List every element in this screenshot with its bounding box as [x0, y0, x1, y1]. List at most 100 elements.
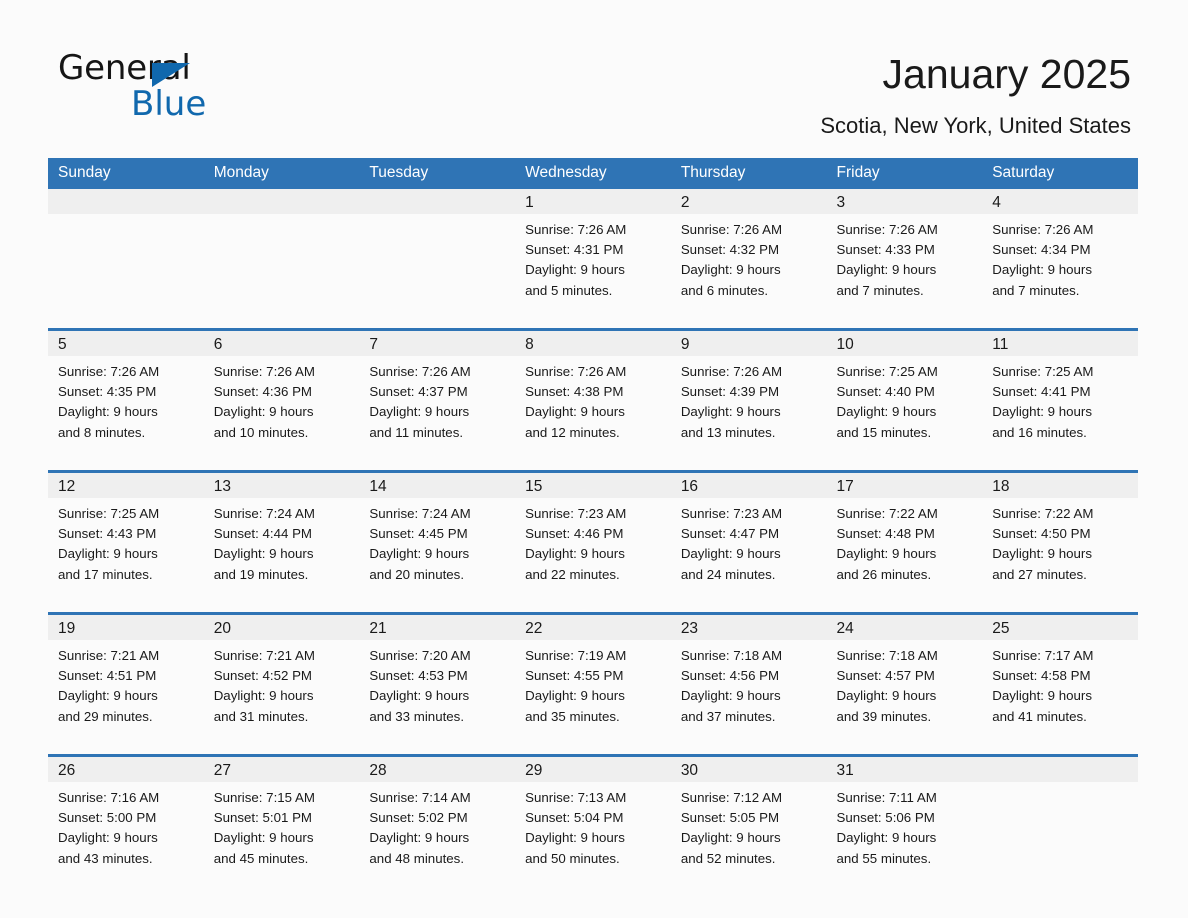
daylight-text-line2: and 48 minutes.: [369, 850, 465, 866]
daylight-text-line2: and 5 minutes.: [525, 282, 613, 298]
day-number: 26: [48, 757, 204, 782]
day-info: Sunrise: 7:12 AM Sunset: 5:05 PM Dayligh…: [671, 782, 827, 869]
sunset-text: Sunset: 5:01 PM: [213, 810, 313, 826]
daylight-text-line2: and 43 minutes.: [58, 850, 153, 866]
sunrise-text: Sunrise: 7:26 AM: [992, 222, 1094, 237]
day-cell[interactable]: 25 Sunrise: 7:17 AM Sunset: 4:58 PM Dayl…: [982, 612, 1138, 746]
day-cell[interactable]: 1 Sunrise: 7:26 AM Sunset: 4:31 PM Dayli…: [515, 189, 671, 320]
sunrise-text: Sunrise: 7:19 AM: [525, 648, 627, 663]
day-cell[interactable]: 3 Sunrise: 7:26 AM Sunset: 4:33 PM Dayli…: [826, 189, 983, 320]
day-info: Sunrise: 7:18 AM Sunset: 4:56 PM Dayligh…: [671, 640, 827, 727]
weekday-header-monday: Monday: [203, 158, 360, 189]
week-spacer: [48, 462, 1138, 472]
day-cell[interactable]: 27 Sunrise: 7:15 AM Sunset: 5:01 PM Dayl…: [203, 754, 360, 888]
day-cell[interactable]: 5 Sunrise: 7:26 AM Sunset: 4:35 PM Dayli…: [48, 328, 204, 462]
daylight-text-line1: Daylight: 9 hours: [525, 546, 625, 562]
sunrise-text: Sunrise: 7:12 AM: [680, 790, 783, 805]
day-cell[interactable]: 13 Sunrise: 7:24 AM Sunset: 4:44 PM Dayl…: [203, 470, 360, 604]
day-number: 14: [359, 473, 516, 498]
daylight-text-line2: and 26 minutes.: [836, 566, 932, 582]
day-info: Sunrise: 7:22 AM Sunset: 4:50 PM Dayligh…: [982, 498, 1138, 585]
day-info: Sunrise: 7:26 AM Sunset: 4:37 PM Dayligh…: [359, 356, 515, 443]
calendar-body: 1 Sunrise: 7:26 AM Sunset: 4:31 PM Dayli…: [48, 189, 1138, 888]
day-number: [203, 189, 360, 214]
day-cell[interactable]: 7 Sunrise: 7:26 AM Sunset: 4:37 PM Dayli…: [359, 328, 516, 462]
daylight-text-line2: and 13 minutes.: [680, 424, 776, 440]
sunset-text: Sunset: 4:45 PM: [369, 526, 468, 542]
day-cell[interactable]: 17 Sunrise: 7:22 AM Sunset: 4:48 PM Dayl…: [826, 470, 983, 604]
sunrise-text: Sunrise: 7:18 AM: [836, 648, 938, 663]
day-number: 12: [48, 473, 204, 498]
daylight-text-line1: Daylight: 9 hours: [525, 830, 625, 846]
day-cell[interactable]: 8 Sunrise: 7:26 AM Sunset: 4:38 PM Dayli…: [515, 328, 671, 462]
calendar-table: Sunday Monday Tuesday Wednesday Thursday…: [48, 158, 1138, 888]
day-cell[interactable]: 2 Sunrise: 7:26 AM Sunset: 4:32 PM Dayli…: [670, 189, 827, 320]
sunrise-text: Sunrise: 7:26 AM: [836, 222, 938, 237]
day-cell[interactable]: 21 Sunrise: 7:20 AM Sunset: 4:53 PM Dayl…: [359, 612, 516, 746]
day-cell[interactable]: 20 Sunrise: 7:21 AM Sunset: 4:52 PM Dayl…: [203, 612, 360, 746]
sunset-text: Sunset: 4:31 PM: [525, 242, 624, 258]
day-number: 5: [48, 331, 204, 356]
daylight-text-line2: and 35 minutes.: [525, 708, 620, 724]
sunset-text: Sunset: 5:04 PM: [525, 810, 624, 826]
daylight-text-line1: Daylight: 9 hours: [680, 404, 781, 420]
day-info: Sunrise: 7:25 AM Sunset: 4:41 PM Dayligh…: [982, 356, 1138, 443]
day-number: 17: [826, 473, 983, 498]
day-cell[interactable]: 4 Sunrise: 7:26 AM Sunset: 4:34 PM Dayli…: [982, 189, 1138, 320]
day-number: 15: [515, 473, 671, 498]
sunset-text: Sunset: 4:39 PM: [680, 384, 780, 400]
day-cell[interactable]: 19 Sunrise: 7:21 AM Sunset: 4:51 PM Dayl…: [48, 612, 204, 746]
day-cell[interactable]: 23 Sunrise: 7:18 AM Sunset: 4:56 PM Dayl…: [670, 612, 827, 746]
day-cell[interactable]: 14 Sunrise: 7:24 AM Sunset: 4:45 PM Dayl…: [359, 470, 516, 604]
sunrise-text: Sunrise: 7:26 AM: [213, 364, 315, 379]
sunrise-text: Sunrise: 7:21 AM: [58, 648, 160, 663]
day-cell[interactable]: 31 Sunrise: 7:11 AM Sunset: 5:06 PM Dayl…: [826, 754, 983, 888]
day-cell[interactable]: 15 Sunrise: 7:23 AM Sunset: 4:46 PM Dayl…: [515, 470, 671, 604]
day-number: 3: [826, 189, 983, 214]
week-spacer: [48, 604, 1138, 614]
day-cell[interactable]: 29 Sunrise: 7:13 AM Sunset: 5:04 PM Dayl…: [515, 754, 671, 888]
sunrise-text: Sunrise: 7:25 AM: [58, 506, 160, 521]
daylight-text-line1: Daylight: 9 hours: [369, 546, 470, 562]
daylight-text-line2: and 10 minutes.: [213, 424, 309, 440]
sunrise-text: Sunrise: 7:26 AM: [58, 364, 160, 379]
day-cell[interactable]: 18 Sunrise: 7:22 AM Sunset: 4:50 PM Dayl…: [982, 470, 1138, 604]
day-info: Sunrise: 7:26 AM Sunset: 4:35 PM Dayligh…: [48, 356, 204, 443]
daylight-text-line2: and 29 minutes.: [58, 708, 153, 724]
daylight-text-line2: and 24 minutes.: [680, 566, 776, 582]
day-cell[interactable]: 11 Sunrise: 7:25 AM Sunset: 4:41 PM Dayl…: [982, 328, 1138, 462]
sunrise-text: Sunrise: 7:26 AM: [525, 222, 627, 237]
sunset-text: Sunset: 5:06 PM: [836, 810, 935, 826]
week-spacer: [48, 746, 1138, 756]
week-spacer: [48, 320, 1138, 330]
sunset-text: Sunset: 4:35 PM: [58, 384, 157, 400]
sunset-text: Sunset: 4:32 PM: [680, 242, 780, 258]
day-cell[interactable]: 24 Sunrise: 7:18 AM Sunset: 4:57 PM Dayl…: [826, 612, 983, 746]
sunrise-text: Sunrise: 7:26 AM: [525, 364, 627, 379]
day-info: Sunrise: 7:21 AM Sunset: 4:51 PM Dayligh…: [48, 640, 204, 727]
day-cell[interactable]: 28 Sunrise: 7:14 AM Sunset: 5:02 PM Dayl…: [359, 754, 516, 888]
day-cell[interactable]: 30 Sunrise: 7:12 AM Sunset: 5:05 PM Dayl…: [670, 754, 827, 888]
page-title: January 2025: [882, 51, 1131, 97]
day-cell[interactable]: 22 Sunrise: 7:19 AM Sunset: 4:55 PM Dayl…: [515, 612, 671, 746]
daylight-text-line1: Daylight: 9 hours: [680, 830, 781, 846]
day-number: 27: [203, 757, 360, 782]
daylight-text-line1: Daylight: 9 hours: [836, 688, 937, 704]
daylight-text-line2: and 7 minutes.: [836, 282, 924, 298]
day-number: 20: [203, 615, 360, 640]
daylight-text-line2: and 52 minutes.: [680, 850, 776, 866]
day-cell[interactable]: 26 Sunrise: 7:16 AM Sunset: 5:00 PM Dayl…: [48, 754, 204, 888]
daylight-text-line1: Daylight: 9 hours: [836, 830, 937, 846]
day-number: 24: [826, 615, 983, 640]
calendar-page: General Blue January 2025 Scotia, New Yo…: [0, 0, 1188, 918]
day-cell[interactable]: 10 Sunrise: 7:25 AM Sunset: 4:40 PM Dayl…: [826, 328, 983, 462]
day-cell[interactable]: 9 Sunrise: 7:26 AM Sunset: 4:39 PM Dayli…: [670, 328, 827, 462]
day-number: 23: [670, 615, 827, 640]
daylight-text-line1: Daylight: 9 hours: [369, 404, 470, 420]
day-cell[interactable]: 12 Sunrise: 7:25 AM Sunset: 4:43 PM Dayl…: [48, 470, 204, 604]
general-blue-logo[interactable]: General Blue: [58, 51, 258, 127]
weekday-header-tuesday: Tuesday: [359, 158, 516, 189]
day-cell[interactable]: 6 Sunrise: 7:26 AM Sunset: 4:36 PM Dayli…: [203, 328, 360, 462]
day-number: 19: [48, 615, 204, 640]
day-cell[interactable]: 16 Sunrise: 7:23 AM Sunset: 4:47 PM Dayl…: [670, 470, 827, 604]
